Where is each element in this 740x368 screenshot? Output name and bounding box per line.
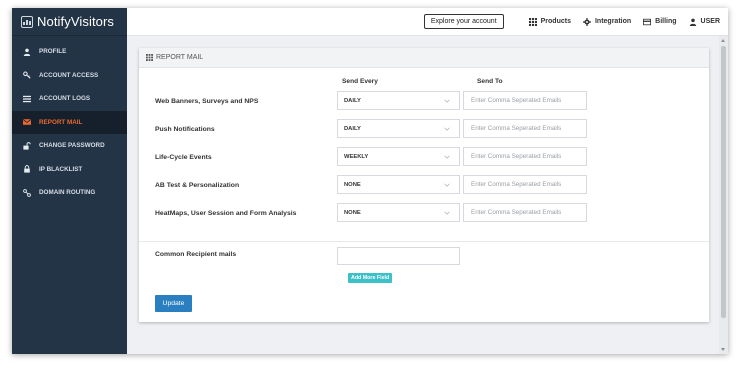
card-header: REPORT MAIL [139,48,709,68]
email-placeholder: Enter Comma Seperated Emails [471,181,562,188]
user-icon [22,47,31,56]
lock-icon [22,165,31,174]
email-placeholder: Enter Comma Seperated Emails [471,209,562,216]
section-divider [139,241,709,242]
sidebar-item-report-mail[interactable]: REPORT MAIL [12,110,127,134]
billing-link[interactable]: Billing [643,18,677,26]
scrollbar[interactable] [719,36,728,354]
select-value: NONE [344,209,361,216]
chevron-down-icon [444,183,450,187]
sidebar-item-change-password[interactable]: CHANGE PASSWORD [12,134,127,158]
credit-card-icon [643,18,652,25]
email-input[interactable]: Enter Comma Seperated Emails [463,91,587,110]
products-link[interactable]: Products [528,17,571,26]
email-placeholder: Enter Comma Seperated Emails [471,97,562,104]
scrollbar-thumb[interactable] [721,46,726,318]
sidebar-item-account-access[interactable]: ACCOUNT ACCESS [12,64,127,88]
sidebar-item-ip-blacklist[interactable]: IP BLACKLIST [12,158,127,182]
user-menu[interactable]: USER [689,18,720,26]
select-value: NONE [344,181,361,188]
sidebar-item-label: PROFILE [39,48,67,56]
sidebar-item-label: ACCOUNT ACCESS [39,71,99,79]
row-label: Life-Cycle Events [155,154,212,161]
row-label: Web Banners, Surveys and NPS [155,98,259,105]
scroll-up-arrow-icon[interactable] [721,39,725,42]
chevron-down-icon [444,99,450,103]
select-value: DAILY [344,125,361,132]
sidebar-item-profile[interactable]: PROFILE [12,40,127,64]
frequency-select[interactable]: WEEKLY [337,147,460,166]
send-to-header: Send To [477,78,503,85]
common-recipient-label: Common Recipient mails [155,251,237,258]
select-value: DAILY [344,97,361,104]
mail-icon [22,118,31,127]
frequency-select[interactable]: DAILY [337,119,460,138]
sidebar-item-label: IP BLACKLIST [39,165,83,173]
integration-link[interactable]: Integration [582,17,632,26]
logo-icon [21,15,33,28]
user-icon [689,18,696,26]
products-label: Products [540,18,571,25]
row-label: Push Notifications [155,126,215,133]
chevron-down-icon [444,211,450,215]
email-placeholder: Enter Comma Seperated Emails [471,125,562,132]
sidebar-item-label: CHANGE PASSWORD [39,142,105,150]
app-window: NotifyVisitors PROFILE ACCOUNT ACCESS AC… [12,8,728,354]
sidebar-item-domain-routing[interactable]: DOMAIN ROUTING [12,181,127,205]
list-icon [22,94,31,103]
unlock-icon [22,141,31,150]
row-label: HeatMaps, User Session and Form Analysis [155,210,297,217]
report-mail-card: REPORT MAIL Send Every Send To Web Banne… [139,48,709,322]
email-input[interactable]: Enter Comma Seperated Emails [463,203,587,222]
email-placeholder: Enter Comma Seperated Emails [471,153,562,160]
gear-icon [582,17,591,26]
explore-account-button[interactable]: Explore your account [423,14,504,29]
row-label: AB Test & Personalization [155,182,240,189]
sidebar-nav: PROFILE ACCOUNT ACCESS ACCOUNT LOGS REPO… [12,40,127,205]
brand-name: NotifyVisitors [37,14,115,29]
sidebar: NotifyVisitors PROFILE ACCOUNT ACCESS AC… [12,8,127,354]
select-value: WEEKLY [344,153,369,160]
email-input[interactable]: Enter Comma Seperated Emails [463,175,587,194]
update-button[interactable]: Update [155,295,192,312]
top-bar: Explore your account Products Integratio… [127,8,728,36]
add-more-field-button[interactable]: Add More Field [348,273,393,283]
frequency-select[interactable]: NONE [337,175,460,194]
common-recipient-input[interactable] [337,247,460,265]
user-label: USER [700,18,720,25]
main-content: REPORT MAIL Send Every Send To Web Banne… [127,36,719,354]
brand[interactable]: NotifyVisitors [12,8,127,36]
sidebar-item-label: DOMAIN ROUTING [39,189,96,197]
frequency-select[interactable]: DAILY [337,91,460,110]
chevron-down-icon [444,155,450,159]
grid-icon [528,17,537,26]
frequency-select[interactable]: NONE [337,203,460,222]
card-title: REPORT MAIL [156,54,204,61]
email-input[interactable]: Enter Comma Seperated Emails [463,147,587,166]
sidebar-item-label: ACCOUNT LOGS [39,95,91,103]
chevron-down-icon [444,127,450,131]
key-icon [22,71,31,80]
route-icon [22,188,31,197]
send-every-header: Send Every [342,78,378,85]
integration-label: Integration [594,18,632,25]
sidebar-item-account-logs[interactable]: ACCOUNT LOGS [12,87,127,111]
email-input[interactable]: Enter Comma Seperated Emails [463,119,587,138]
sidebar-item-label: REPORT MAIL [39,118,83,126]
grid-icon [146,54,153,61]
scroll-down-arrow-icon[interactable] [721,348,725,351]
billing-label: Billing [655,18,677,25]
